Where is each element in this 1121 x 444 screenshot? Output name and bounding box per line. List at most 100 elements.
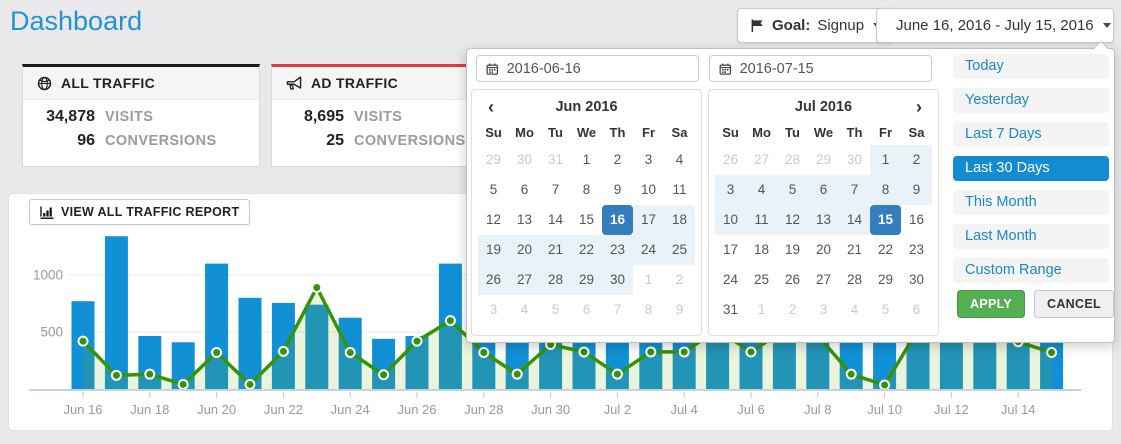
day-cell[interactable]: 6 [808, 175, 839, 205]
day-cell[interactable]: 17 [633, 205, 664, 235]
end-date-field[interactable] [709, 55, 932, 82]
day-cell[interactable]: 4 [746, 175, 777, 205]
day-cell[interactable]: 16 [602, 205, 633, 235]
day-cell[interactable]: 4 [839, 295, 870, 325]
day-cell[interactable]: 25 [746, 265, 777, 295]
day-cell[interactable]: 30 [901, 265, 932, 295]
day-cell[interactable]: 15 [571, 205, 602, 235]
preset-custom-range[interactable]: Custom Range [953, 258, 1109, 283]
day-cell[interactable]: 2 [777, 295, 808, 325]
day-cell[interactable]: 7 [540, 175, 571, 205]
day-cell[interactable]: 5 [478, 175, 509, 205]
day-cell[interactable]: 2 [901, 145, 932, 175]
day-cell[interactable]: 30 [839, 145, 870, 175]
prev-month-icon[interactable]: ‹ [478, 97, 504, 117]
day-cell[interactable]: 3 [808, 295, 839, 325]
day-cell[interactable]: 21 [540, 235, 571, 265]
day-cell[interactable]: 5 [870, 295, 901, 325]
day-cell[interactable]: 12 [777, 205, 808, 235]
day-cell[interactable]: 1 [571, 145, 602, 175]
day-cell[interactable]: 24 [715, 265, 746, 295]
day-cell[interactable]: 6 [901, 295, 932, 325]
day-cell[interactable]: 8 [633, 295, 664, 325]
day-cell[interactable]: 5 [540, 295, 571, 325]
day-cell[interactable]: 29 [478, 145, 509, 175]
day-cell[interactable]: 7 [602, 295, 633, 325]
day-cell[interactable]: 8 [870, 175, 901, 205]
day-cell[interactable]: 19 [777, 235, 808, 265]
day-cell[interactable]: 6 [509, 175, 540, 205]
day-cell[interactable]: 11 [664, 175, 695, 205]
day-cell[interactable]: 30 [602, 265, 633, 295]
day-cell[interactable]: 23 [602, 235, 633, 265]
day-cell[interactable]: 12 [478, 205, 509, 235]
cancel-button[interactable]: CANCEL [1034, 290, 1114, 318]
day-cell[interactable]: 27 [746, 145, 777, 175]
preset-last-month[interactable]: Last Month [953, 224, 1109, 249]
day-cell[interactable]: 2 [602, 145, 633, 175]
day-cell[interactable]: 20 [808, 235, 839, 265]
day-cell[interactable]: 26 [715, 145, 746, 175]
preset-yesterday[interactable]: Yesterday [953, 88, 1109, 113]
day-cell[interactable]: 1 [746, 295, 777, 325]
day-cell[interactable]: 15 [870, 205, 901, 235]
day-cell[interactable]: 18 [664, 205, 695, 235]
day-cell[interactable]: 17 [715, 235, 746, 265]
day-cell[interactable]: 31 [715, 295, 746, 325]
day-cell[interactable]: 22 [870, 235, 901, 265]
day-cell[interactable]: 28 [777, 145, 808, 175]
day-cell[interactable]: 3 [715, 175, 746, 205]
day-cell[interactable]: 28 [540, 265, 571, 295]
day-cell[interactable]: 20 [509, 235, 540, 265]
start-date-field[interactable] [476, 55, 699, 82]
day-cell[interactable]: 18 [746, 235, 777, 265]
day-cell[interactable]: 7 [839, 175, 870, 205]
date-range-button[interactable]: June 16, 2016 - July 15, 2016 [876, 8, 1114, 43]
day-cell[interactable]: 29 [808, 145, 839, 175]
day-cell[interactable]: 28 [839, 265, 870, 295]
day-cell[interactable]: 13 [808, 205, 839, 235]
day-cell[interactable]: 21 [839, 235, 870, 265]
day-cell[interactable]: 6 [571, 295, 602, 325]
day-cell[interactable]: 11 [746, 205, 777, 235]
preset-last-7-days[interactable]: Last 7 Days [953, 122, 1109, 147]
day-cell[interactable]: 29 [870, 265, 901, 295]
end-date-input[interactable] [740, 61, 922, 77]
day-cell[interactable]: 14 [540, 205, 571, 235]
day-cell[interactable]: 19 [478, 235, 509, 265]
day-cell[interactable]: 31 [540, 145, 571, 175]
day-cell[interactable]: 27 [509, 265, 540, 295]
day-cell[interactable]: 16 [901, 205, 932, 235]
day-cell[interactable]: 13 [509, 205, 540, 235]
preset-today[interactable]: Today [953, 54, 1109, 79]
day-cell[interactable]: 26 [777, 265, 808, 295]
day-cell[interactable]: 25 [664, 235, 695, 265]
day-cell[interactable]: 4 [509, 295, 540, 325]
next-month-icon[interactable]: › [906, 97, 932, 117]
day-cell[interactable]: 9 [602, 175, 633, 205]
day-cell[interactable]: 27 [808, 265, 839, 295]
day-cell[interactable]: 10 [633, 175, 664, 205]
day-cell[interactable]: 4 [664, 145, 695, 175]
preset-last-30-days[interactable]: Last 30 Days [953, 156, 1109, 181]
day-cell[interactable]: 5 [777, 175, 808, 205]
day-cell[interactable]: 29 [571, 265, 602, 295]
day-cell[interactable]: 1 [633, 265, 664, 295]
day-cell[interactable]: 1 [870, 145, 901, 175]
day-cell[interactable]: 9 [664, 295, 695, 325]
day-cell[interactable]: 22 [571, 235, 602, 265]
apply-button[interactable]: APPLY [957, 290, 1025, 318]
day-cell[interactable]: 14 [839, 205, 870, 235]
day-cell[interactable]: 23 [901, 235, 932, 265]
day-cell[interactable]: 9 [901, 175, 932, 205]
start-date-input[interactable] [507, 61, 689, 77]
day-cell[interactable]: 3 [478, 295, 509, 325]
view-all-traffic-report-button[interactable]: VIEW ALL TRAFFIC REPORT [29, 199, 250, 225]
goal-selector-button[interactable]: Goal: Signup [737, 8, 894, 43]
day-cell[interactable]: 2 [664, 265, 695, 295]
day-cell[interactable]: 3 [633, 145, 664, 175]
day-cell[interactable]: 30 [509, 145, 540, 175]
day-cell[interactable]: 8 [571, 175, 602, 205]
preset-this-month[interactable]: This Month [953, 190, 1109, 215]
day-cell[interactable]: 24 [633, 235, 664, 265]
